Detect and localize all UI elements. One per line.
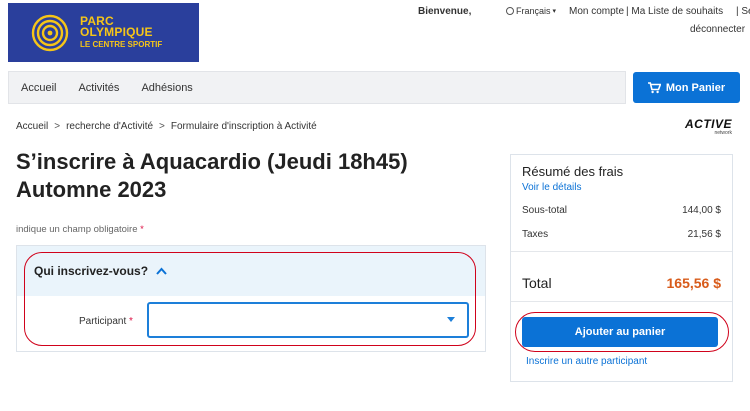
nav-item-memberships[interactable]: Adhésions <box>141 82 192 94</box>
logo-line-3: LE CENTRE SPORTIF <box>80 40 163 49</box>
taxes-label: Taxes <box>522 229 549 240</box>
taxes-row: Taxes 21,56 $ <box>522 229 721 240</box>
breadcrumb: Accueil > recherche d'Activité > Formulaire … <box>16 121 317 132</box>
account-link[interactable]: Mon compte <box>569 6 624 17</box>
breadcrumb-current: Formulaire d'inscription à Activité <box>170 121 317 132</box>
total-value: 165,56 $ <box>666 275 722 291</box>
fee-summary: Résumé des frais Voir le détails Sous-to… <box>510 154 733 382</box>
subtotal-row: Sous-total 144,00 $ <box>522 205 721 216</box>
register-other-participant-link[interactable]: Inscrire un autre participant <box>526 356 647 367</box>
active-logo-text: ACTIVE <box>684 117 732 131</box>
logo-text: PARC OLYMPIQUE LE CENTRE SPORTIF <box>80 15 163 50</box>
breadcrumb-search[interactable]: recherche d'Activité <box>66 121 153 132</box>
summary-title: Résumé des frais <box>522 164 624 179</box>
subtotal-value: 144,00 $ <box>682 205 721 216</box>
total-row: Total 165,56 $ <box>522 275 721 291</box>
chevron-up-icon <box>156 264 167 278</box>
participant-select[interactable] <box>147 302 469 338</box>
section-title: Qui inscrivez-vous? <box>34 264 149 278</box>
globe-icon <box>506 7 514 15</box>
taxes-value: 21,56 $ <box>687 229 721 240</box>
details-link[interactable]: Voir le détails <box>522 182 581 193</box>
participant-label-text: Participant <box>79 316 127 327</box>
subtotal-label: Sous-total <box>522 205 568 216</box>
add-to-cart-button[interactable]: Ajouter au panier <box>522 317 718 347</box>
breadcrumb-separator: > <box>54 121 61 132</box>
caret-down-icon: ▾ <box>552 8 557 15</box>
language-selector[interactable]: Français ▾ <box>506 6 556 16</box>
page-title: S’inscrire à Aquacardio (Jeudi 18h45) Au… <box>16 149 408 202</box>
required-star: * <box>140 224 144 235</box>
language-label: Français <box>516 6 551 16</box>
nav-item-activities[interactable]: Activités <box>78 82 119 94</box>
required-note: indique un champ obligatoire * <box>16 224 144 235</box>
required-note-text: indique un champ obligatoire <box>16 224 138 235</box>
site-logo[interactable]: PARC OLYMPIQUE LE CENTRE SPORTIF <box>8 3 199 62</box>
required-star: * <box>129 316 133 327</box>
chevron-down-icon <box>447 317 455 322</box>
wishlist-link[interactable]: | Ma Liste de souhaits <box>626 6 723 17</box>
cart-button-label: Mon Panier <box>665 81 726 94</box>
section-toggle-who[interactable]: Qui inscrivez-vous? <box>17 246 485 296</box>
logout-link[interactable]: | Se <box>736 6 750 17</box>
divider <box>511 301 732 302</box>
breadcrumb-home[interactable]: Accueil <box>16 121 48 132</box>
registration-panel: Qui inscrivez-vous? Participant * <box>16 245 486 352</box>
total-label: Total <box>522 275 552 291</box>
nav-item-home[interactable]: Accueil <box>21 82 56 94</box>
cart-icon <box>647 81 661 93</box>
olympic-rings-icon <box>31 14 69 52</box>
active-network-logo: ACTIVE network <box>672 118 732 136</box>
breadcrumb-separator: > <box>159 121 165 132</box>
logout-link-continued[interactable]: déconnecter <box>690 24 745 35</box>
participant-label: Participant * <box>79 316 133 327</box>
welcome-text: Bienvenue, <box>418 6 472 17</box>
logo-line-2: OLYMPIQUE <box>80 25 153 39</box>
divider <box>511 251 732 252</box>
main-nav: Accueil Activités Adhésions <box>8 71 626 104</box>
cart-button[interactable]: Mon Panier <box>633 72 740 103</box>
